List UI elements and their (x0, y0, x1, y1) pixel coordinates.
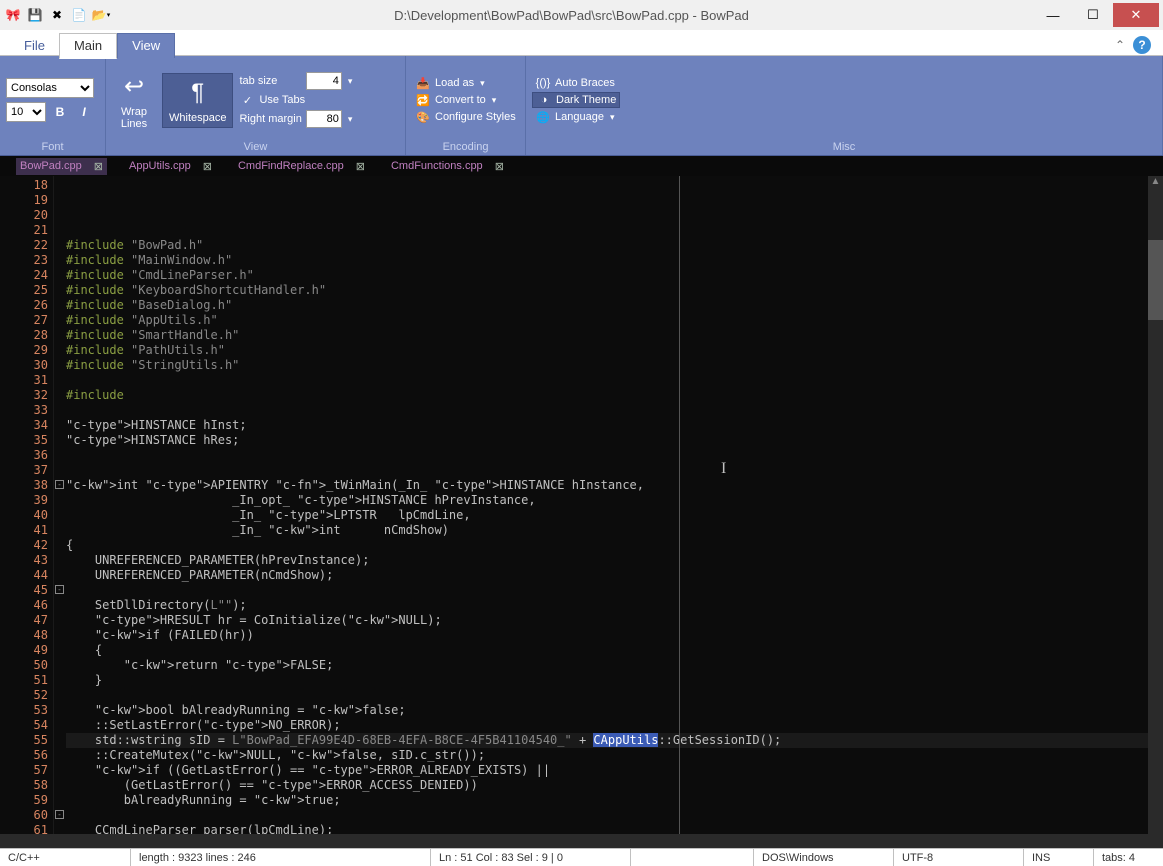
theme-icon: ◑ (536, 94, 552, 106)
status-encoding[interactable]: UTF-8 (893, 849, 1023, 866)
menu-tab-main[interactable]: Main (59, 33, 117, 59)
font-size-select[interactable]: 10 (6, 102, 46, 122)
file-tab-label: CmdFunctions.cpp (391, 160, 483, 172)
ribbon: Consolas 10 B I Font ↩ Wrap Lines ¶ Whit… (0, 56, 1163, 156)
group-label-misc: Misc (532, 140, 1156, 154)
status-bar: C/C++ length : 9323 lines : 246 Ln : 51 … (0, 848, 1163, 866)
save-icon[interactable]: 💾 (26, 6, 44, 24)
close-tab-icon[interactable]: ⊠ (203, 160, 212, 173)
text-cursor-icon: I (721, 461, 726, 476)
configure-styles-button[interactable]: 🎨Configure Styles (412, 110, 519, 125)
minimize-button[interactable]: — (1033, 3, 1073, 27)
menu-tab-file[interactable]: File (10, 34, 59, 58)
file-tab-label: BowPad.cpp (20, 160, 82, 172)
status-eol[interactable]: DOS\Windows (753, 849, 893, 866)
menu-tab-view[interactable]: View (117, 33, 175, 58)
auto-braces-button[interactable]: {()}Auto Braces (532, 76, 620, 90)
open-folder-icon[interactable]: 📂▾ (92, 6, 110, 24)
bold-button[interactable]: B (50, 102, 70, 122)
dark-theme-button[interactable]: ◑Dark Theme (532, 92, 620, 108)
tab-size-label: tab size (239, 75, 277, 87)
help-icon[interactable]: ? (1133, 36, 1151, 54)
use-tabs-check-icon: ✓ (239, 92, 255, 108)
convert-to-button[interactable]: 🔁Convert to▾ (412, 93, 519, 108)
status-position: Ln : 51 Col : 83 Sel : 9 | 0 (430, 849, 630, 866)
whitespace-button[interactable]: ¶ Whitespace (162, 73, 233, 128)
scroll-thumb[interactable] (1148, 240, 1163, 320)
new-doc-icon[interactable]: 📄 (70, 6, 88, 24)
status-insert-mode[interactable]: INS (1023, 849, 1093, 866)
line-number-gutter: 1819202122232425262728293031323334353637… (0, 176, 53, 834)
file-tab-label: CmdFindReplace.cpp (238, 160, 344, 172)
load-as-button[interactable]: 📥Load as▾ (412, 76, 519, 91)
load-as-icon: 📥 (415, 77, 431, 90)
font-family-select[interactable]: Consolas (6, 78, 94, 98)
ribbon-collapse-icon[interactable]: ⌃ (1115, 38, 1125, 52)
file-tab[interactable]: CmdFunctions.cpp ⊠ (387, 158, 508, 175)
right-margin-label: Right margin (239, 113, 301, 125)
horizontal-scrollbar[interactable] (0, 834, 1163, 848)
menu-tab-strip: File Main View ⌃ ? (0, 30, 1163, 56)
right-margin-input[interactable] (306, 110, 342, 128)
whitespace-icon: ¶ (182, 77, 214, 109)
close-doc-icon[interactable]: ✖ (48, 6, 66, 24)
spinner-icon[interactable]: ▾ (346, 114, 353, 125)
close-tab-icon[interactable]: ⊠ (495, 160, 504, 173)
app-icon: 🎀 (4, 6, 22, 24)
right-margin-line (679, 176, 680, 834)
wrap-lines-button[interactable]: ↩ Wrap Lines (112, 68, 156, 133)
italic-button[interactable]: I (74, 102, 94, 122)
braces-icon: {()} (535, 77, 551, 89)
scroll-up-icon[interactable]: ▲ (1148, 176, 1163, 190)
file-tab[interactable]: BowPad.cpp ⊠ (16, 158, 107, 175)
editor-area[interactable]: 1819202122232425262728293031323334353637… (0, 176, 1163, 834)
status-length: length : 9323 lines : 246 (130, 849, 430, 866)
window-title: D:\Development\BowPad\BowPad\src\BowPad.… (110, 8, 1033, 23)
status-language[interactable]: C/C++ (0, 849, 130, 866)
language-icon: 🌐 (535, 111, 551, 124)
close-tab-icon[interactable]: ⊠ (356, 160, 365, 173)
group-label-font: Font (6, 140, 99, 154)
vertical-scrollbar[interactable]: ▲ (1148, 176, 1163, 834)
group-label-view: View (112, 140, 399, 154)
close-window-button[interactable]: ✕ (1113, 3, 1159, 27)
wrap-lines-icon: ↩ (118, 71, 150, 103)
use-tabs-label[interactable]: Use Tabs (259, 94, 305, 106)
code-content[interactable]: I #include "BowPad.h"#include "MainWindo… (53, 176, 1148, 834)
status-tabs: tabs: 4 (1093, 849, 1163, 866)
group-label-encoding: Encoding (412, 140, 519, 154)
window-titlebar: 🎀 💾 ✖ 📄 📂▾ D:\Development\BowPad\BowPad\… (0, 0, 1163, 30)
styles-icon: 🎨 (415, 111, 431, 124)
language-button[interactable]: 🌐Language▾ (532, 110, 620, 125)
file-tab-strip: BowPad.cpp⊠AppUtils.cpp⊠CmdFindReplace.c… (0, 156, 1163, 176)
convert-to-icon: 🔁 (415, 94, 431, 107)
spinner-icon[interactable]: ▾ (346, 76, 353, 87)
file-tab-label: AppUtils.cpp (129, 160, 191, 172)
file-tab[interactable]: CmdFindReplace.cpp ⊠ (234, 158, 369, 175)
close-tab-icon[interactable]: ⊠ (94, 160, 103, 173)
tab-size-input[interactable] (306, 72, 342, 90)
file-tab[interactable]: AppUtils.cpp ⊠ (125, 158, 216, 175)
maximize-button[interactable]: ☐ (1073, 3, 1113, 27)
